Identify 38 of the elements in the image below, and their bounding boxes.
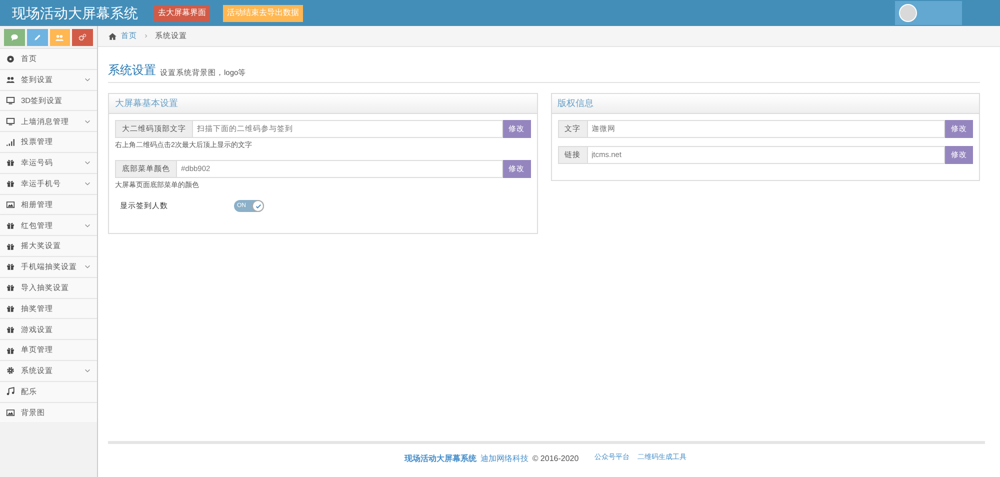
users-icon	[6, 75, 15, 84]
gift-icon	[6, 179, 15, 188]
gift-icon	[6, 220, 15, 230]
user-menu[interactable]	[895, 1, 962, 25]
users-icon	[55, 32, 64, 42]
copyright-text: © 2016-2020	[532, 452, 579, 464]
music-icon	[6, 387, 15, 396]
home-icon	[108, 32, 117, 40]
picture-icon	[6, 200, 15, 209]
pencil-icon	[32, 32, 42, 42]
gift-icon	[6, 304, 15, 313]
app-title: 现场活动大屏幕系统	[12, 4, 138, 22]
gift-icon	[6, 262, 15, 272]
shortcut-button[interactable]	[50, 28, 70, 46]
gift-icon	[6, 158, 15, 168]
comment-icon	[10, 32, 19, 42]
shortcut-button[interactable]	[72, 28, 93, 46]
gift-icon	[6, 242, 15, 251]
monitor-icon	[6, 96, 15, 105]
shortcut-button[interactable]	[4, 28, 25, 46]
signal-icon	[6, 138, 15, 147]
avatar	[899, 4, 917, 22]
panel-title: 版权信息	[558, 96, 594, 110]
check-icon	[254, 202, 262, 210]
gift-icon	[6, 283, 15, 292]
picture-icon	[6, 408, 15, 417]
gears-icon	[78, 32, 88, 42]
dashboard-icon	[6, 54, 15, 64]
settings-icon	[6, 366, 15, 376]
footer-link[interactable]: 迪加网络科技	[480, 452, 528, 464]
gift-icon	[6, 346, 15, 355]
header-button[interactable]: 去大屏幕界面	[154, 4, 210, 22]
shortcut-button[interactable]	[26, 28, 48, 46]
chevron-right-icon	[143, 33, 149, 39]
monitor-icon	[6, 116, 15, 126]
gift-icon	[6, 324, 15, 334]
page-title: 系统设置	[108, 62, 156, 79]
panel-title: 大屏幕基本设置	[115, 96, 178, 110]
